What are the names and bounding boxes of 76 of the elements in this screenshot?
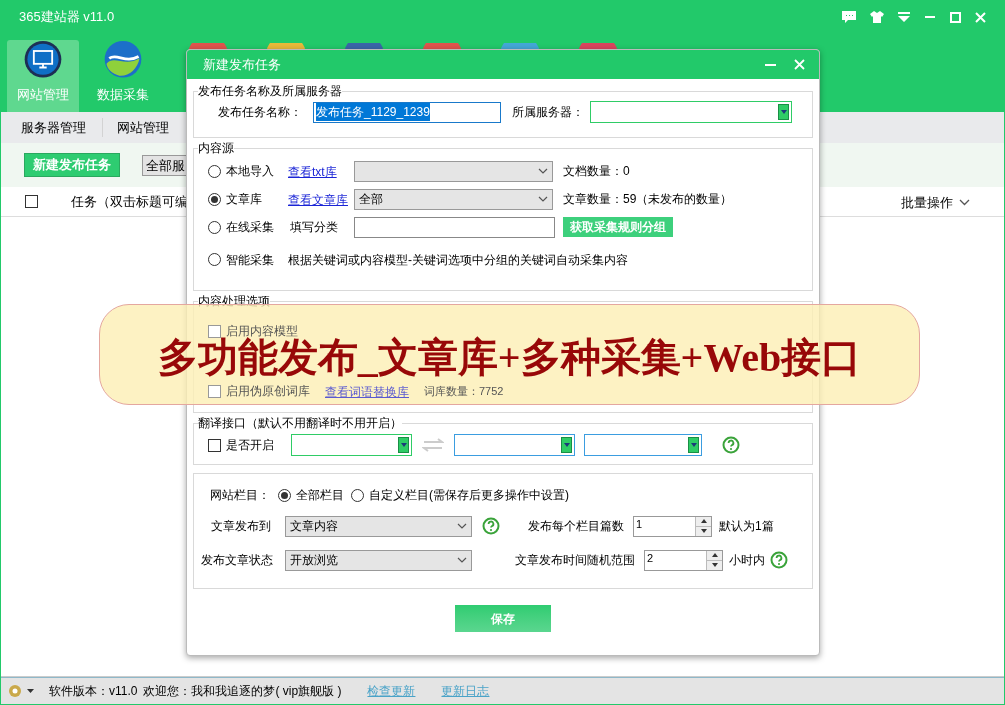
close-icon[interactable] (975, 11, 986, 23)
publish-target-select[interactable]: 文章内容 (285, 515, 472, 537)
dropdown-arrow-icon[interactable] (780, 110, 787, 114)
chevron-down-icon (538, 196, 548, 202)
monitor-icon (22, 40, 64, 79)
dropdown-menu-icon[interactable] (898, 12, 910, 22)
option-label: 自定义栏目(需保存后更多操作中设置) (369, 487, 569, 504)
field-label: 所属服务器： (512, 104, 585, 121)
minimize-icon[interactable] (765, 62, 776, 67)
chevron-down-icon (457, 523, 467, 529)
help-icon[interactable] (770, 551, 788, 569)
radio-button[interactable] (208, 220, 221, 234)
help-icon[interactable] (722, 436, 740, 454)
group-title: 翻译接口（默认不用翻译时不用开启） (198, 415, 402, 432)
radio-button[interactable] (208, 192, 221, 206)
settings-menu-icon[interactable] (7, 684, 37, 698)
checkbox[interactable] (25, 195, 38, 208)
count-text: 文章数量：59（未发布的数量） (563, 191, 733, 208)
group-title: 内容源 (198, 140, 234, 157)
field-label: 发布任务名称： (218, 104, 303, 121)
close-icon[interactable] (794, 59, 805, 70)
engine-select[interactable] (584, 434, 702, 456)
field-label: 文章发布到 (211, 518, 272, 535)
dropdown-arrow-icon[interactable] (400, 443, 407, 447)
radio-button[interactable] (208, 164, 221, 178)
field-label: 填写分类 (289, 219, 339, 236)
globe-icon (102, 40, 144, 79)
option-label: 是否开启 (226, 437, 275, 454)
link[interactable]: 查看文章库 (288, 193, 348, 207)
chevron-down-icon (959, 199, 970, 207)
link[interactable]: 查看词语替换库 (325, 385, 409, 399)
chevron-down-icon (457, 557, 467, 563)
input-field[interactable] (354, 216, 555, 238)
hint-text: 小时内 (729, 552, 765, 569)
status-select[interactable]: 开放浏览 (285, 549, 472, 571)
option-label: 全部栏目 (296, 487, 344, 504)
link[interactable]: 查看txt库 (288, 165, 337, 179)
radio-button[interactable] (208, 253, 221, 266)
field-label: 网站栏目： (210, 487, 271, 504)
count-text: 词库数量：7752 (424, 383, 504, 399)
description-text: 根据关键词或内容模型-关键词选项中分组的关键词自动采集内容 (288, 251, 628, 269)
count-spinner[interactable]: 1 (633, 515, 712, 537)
hint-text: 默认为1篇 (719, 518, 774, 535)
option-label: 本地导入 (226, 163, 274, 180)
language-select[interactable] (291, 434, 412, 456)
hours-spinner[interactable]: 2 (644, 549, 723, 571)
subnav-tab[interactable]: 服务器管理 (1, 117, 103, 138)
group-title: 发布任务名称及所属服务器 (198, 83, 342, 100)
language-select[interactable] (454, 434, 575, 456)
welcome-text: 欢迎您：我和我追逐的梦( vip旗舰版 ) (143, 683, 342, 700)
source-select[interactable] (354, 160, 553, 182)
checkbox[interactable] (208, 438, 221, 452)
option-label: 智能采集 (226, 251, 274, 269)
field-label: 发布文章状态 (201, 552, 274, 569)
option-label: 在线采集 (226, 219, 274, 236)
task-name-field[interactable]: 发布任务_1129_1239 (313, 101, 501, 123)
help-icon[interactable] (482, 517, 500, 535)
option-label: 文章库 (226, 191, 262, 208)
window-title: 365建站器 v11.0 (19, 8, 115, 27)
chevron-down-icon (538, 168, 548, 174)
radio-button[interactable] (278, 488, 291, 502)
version-text: 软件版本：v11.0 (49, 683, 138, 700)
option-label: 启用伪原创词库 (226, 383, 310, 400)
shirt-icon[interactable] (870, 11, 884, 23)
dropdown-arrow-icon[interactable] (563, 443, 570, 447)
maximize-icon[interactable] (950, 11, 961, 23)
subnav-tab[interactable]: 网站管理 (103, 117, 169, 138)
dropdown-arrow-icon[interactable] (690, 443, 697, 447)
radio-button[interactable] (351, 488, 364, 502)
count-text: 文档数量：0 (563, 163, 630, 180)
dialog-title: 新建发布任务 (203, 55, 281, 74)
chat-icon[interactable] (842, 11, 856, 23)
field-label: 发布每个栏目篇数 (528, 518, 625, 535)
field-label: 文章发布时间随机范围 (515, 552, 636, 569)
batch-operations-menu[interactable]: 批量操作 (901, 193, 970, 213)
source-select[interactable]: 全部 (354, 188, 553, 210)
